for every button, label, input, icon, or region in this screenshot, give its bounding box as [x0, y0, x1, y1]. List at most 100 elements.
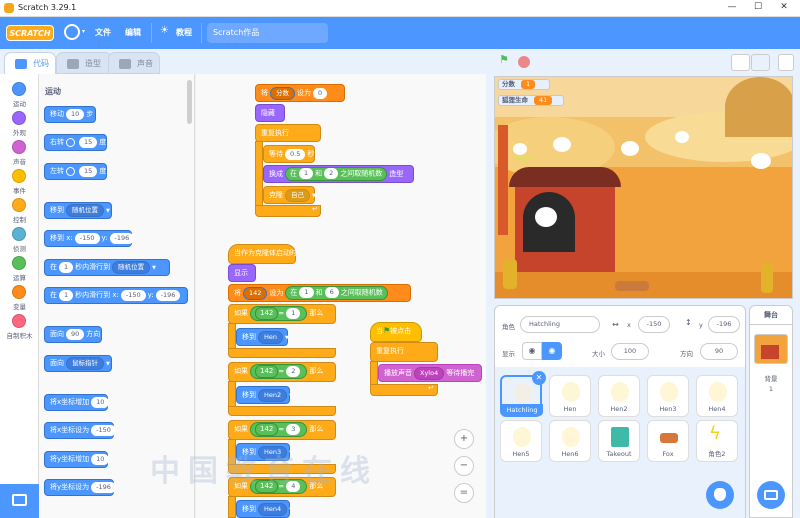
category-control[interactable]: 控制	[0, 196, 39, 226]
trash-icon[interactable]: ✕	[532, 371, 546, 385]
fullscreen-button[interactable]	[778, 54, 794, 71]
hen-sprite[interactable]	[751, 153, 771, 169]
block-goto[interactable]: 移到 Hen2 ▼	[236, 386, 293, 404]
category-looks[interactable]: 外观	[0, 109, 39, 139]
variable-reporter[interactable]: 142	[255, 364, 279, 378]
block-clone[interactable]: 克隆 自己 ▼	[263, 186, 316, 204]
category-sound[interactable]: 声音	[0, 138, 39, 168]
block-point-direction[interactable]: 面向 90 方向	[44, 326, 102, 343]
menu-tutorials[interactable]: 教程	[176, 27, 192, 38]
block-input[interactable]: -150	[74, 232, 100, 244]
block-input[interactable]: 1	[59, 261, 74, 273]
block-dropdown[interactable]: 随机位置	[112, 260, 151, 274]
block-input[interactable]: 15	[79, 165, 98, 177]
hen-sprite[interactable]	[513, 143, 527, 155]
block-input[interactable]: -150	[120, 289, 146, 301]
large-stage-button[interactable]	[751, 54, 770, 71]
block-input[interactable]: -196	[155, 289, 181, 301]
hide-eye-icon[interactable]: ◉	[542, 342, 562, 360]
block-set-x[interactable]: 将x坐标设为 -150	[44, 422, 116, 439]
chevron-down-icon[interactable]: ▾	[82, 28, 85, 35]
sprite-tile-hen6[interactable]: Hen6	[549, 420, 591, 462]
x-input[interactable]: -150	[638, 316, 670, 333]
small-stage-button[interactable]	[731, 54, 750, 71]
sprite-name-input[interactable]: Hatchling	[520, 316, 600, 333]
zoom-reset-button[interactable]: =	[454, 483, 474, 503]
zoom-out-button[interactable]: −	[454, 456, 474, 476]
palette-scrollbar[interactable]	[187, 80, 192, 124]
y-input[interactable]: -196	[708, 316, 740, 333]
project-title-input[interactable]: Scratch作品	[207, 23, 328, 43]
block-turn-left[interactable]: 左转 15 度	[44, 163, 107, 180]
globe-icon[interactable]	[64, 24, 80, 40]
block-input[interactable]: 2	[286, 365, 301, 377]
block-when-flag-clicked[interactable]: 当⚑被点击	[370, 322, 422, 342]
block-if[interactable]: 如果 142 = 2 那么	[228, 362, 336, 382]
block-goto[interactable]: 移到 Hen4 ▼	[236, 500, 293, 518]
block-show[interactable]: 显示	[228, 264, 256, 282]
backdrop-thumbnail[interactable]	[754, 334, 788, 364]
category-events[interactable]: 事件	[0, 167, 39, 197]
block-switch-costume[interactable]: 换成在 1 和 2 之间取随机数 造型	[263, 165, 414, 183]
block-input[interactable]: 1	[299, 287, 314, 299]
block-input[interactable]: -150	[91, 424, 116, 436]
variable-reporter[interactable]: 142	[255, 306, 279, 320]
minimize-button[interactable]: —	[722, 2, 742, 12]
block-forever[interactable]: 重复执行	[255, 124, 321, 142]
tab-code[interactable]: 代码	[4, 52, 56, 74]
block-set-variable[interactable]: 将分数 设为 0	[255, 84, 345, 102]
operator-equals[interactable]: 142 = 3	[250, 421, 308, 437]
block-dropdown[interactable]: 142	[243, 286, 268, 300]
block-input[interactable]: 10	[91, 396, 110, 408]
block-goto[interactable]: 移到 随机位置 ▼	[44, 202, 112, 219]
choose-sprite-button[interactable]	[706, 481, 734, 509]
block-dropdown[interactable]: Hen4	[258, 502, 288, 516]
block-input[interactable]: 0	[313, 87, 328, 99]
block-glide-xy[interactable]: 在 1 秒内滑行到 x: -150 y: -196	[44, 287, 188, 304]
block-input[interactable]: 1	[59, 289, 74, 301]
block-play-sound[interactable]: 播放声音 Xylo4 等待播完	[378, 364, 482, 382]
block-input[interactable]: 1	[299, 168, 314, 180]
sprite-tile-takeout[interactable]: Takeout	[598, 420, 640, 462]
block-change-x[interactable]: 将x坐标增加 10	[44, 394, 110, 411]
block-turn-right[interactable]: 右转 15 度	[44, 134, 107, 151]
block-set-y[interactable]: 将y坐标设为 -196	[44, 479, 116, 496]
stop-button[interactable]	[518, 56, 530, 68]
variable-reporter[interactable]: 142	[255, 422, 279, 436]
block-input[interactable]: 2	[324, 168, 339, 180]
block-input[interactable]: -196	[109, 232, 135, 244]
hen-sprite[interactable]	[621, 141, 639, 156]
hatchling-sprite[interactable]	[535, 207, 557, 227]
block-input[interactable]: -196	[91, 481, 116, 493]
show-eye-icon[interactable]: ◉	[522, 342, 542, 360]
block-move[interactable]: 移动 10 步	[44, 106, 96, 123]
variable-monitor-score[interactable]: 分数 1	[498, 79, 550, 90]
category-myblocks[interactable]: 自制积木	[0, 312, 39, 342]
sprite-tile-hen2[interactable]: Hen2	[598, 375, 640, 417]
sprite-tile-hen5[interactable]: Hen5	[500, 420, 542, 462]
sprite-tile-hen4[interactable]: Hen4	[696, 375, 738, 417]
block-point-towards[interactable]: 面向 鼠标指针 ▼	[44, 355, 112, 372]
block-goto-xy[interactable]: 移到 x: -150 y: -196	[44, 230, 135, 247]
menu-file[interactable]: 文件	[95, 27, 111, 38]
block-dropdown[interactable]: 分数	[270, 86, 295, 100]
block-wait[interactable]: 等待 0.5 秒	[263, 145, 315, 163]
block-dropdown[interactable]: Hen	[258, 330, 284, 344]
block-when-clone-starts[interactable]: 当作为克隆体启动时	[228, 244, 297, 264]
block-hide[interactable]: 隐藏	[255, 104, 285, 122]
operator-random[interactable]: 在 1 和 6 之间取随机数	[285, 286, 388, 300]
tab-sounds[interactable]: 声音	[108, 52, 160, 74]
size-input[interactable]: 100	[611, 343, 649, 360]
block-input[interactable]: 3	[286, 423, 301, 435]
block-dropdown[interactable]: 自己	[285, 188, 310, 202]
block-dropdown[interactable]: Hen2	[258, 388, 288, 402]
choose-backdrop-button[interactable]	[757, 481, 785, 509]
direction-input[interactable]: 90	[700, 343, 738, 360]
block-dropdown[interactable]: 随机位置	[66, 203, 104, 217]
close-button[interactable]: ✕	[774, 2, 794, 12]
block-if[interactable]: 如果 142 = 3 那么	[228, 420, 336, 440]
zoom-in-button[interactable]: +	[454, 429, 474, 449]
fox-sprite[interactable]	[615, 281, 649, 291]
add-extension-button[interactable]	[0, 484, 39, 518]
maximize-button[interactable]: ☐	[748, 2, 768, 12]
